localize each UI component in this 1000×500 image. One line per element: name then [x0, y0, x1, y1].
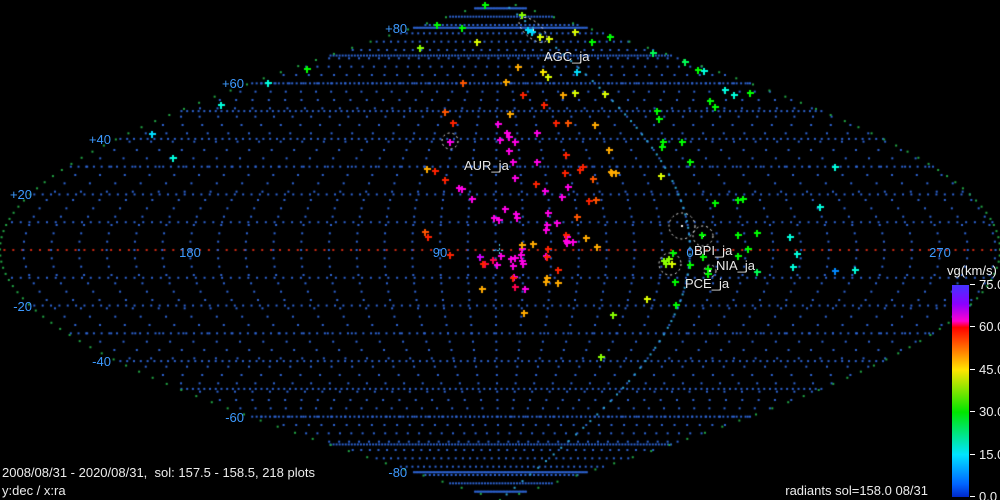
sky-map-canvas[interactable]	[0, 0, 1000, 500]
colorbar-tick-dash	[970, 411, 975, 413]
colorbar-tick: 45.0	[970, 362, 1000, 377]
colorbar-tick-dash	[970, 326, 975, 328]
colorbar-title: vg(km/s)	[947, 263, 997, 278]
colorbar-tick: 15.0	[970, 447, 1000, 462]
colorbar-tick-dash	[970, 496, 975, 497]
footer-period: 2008/08/31 - 2020/08/31, sol: 157.5 - 15…	[2, 465, 315, 480]
footer-axes-label: y:dec / x:ra	[2, 483, 66, 498]
colorbar-tick-label: 30.0	[979, 404, 1000, 420]
colorbar-tick-dash	[970, 284, 975, 285]
colorbar-tick-label: 75.0	[979, 277, 1000, 292]
colorbar-tick-label: 60.0	[979, 319, 1000, 335]
colorbar-tick: 30.0	[970, 404, 1000, 419]
colorbar-tick-label: 0.0	[979, 489, 998, 500]
colorbar-tick: 75.0	[970, 277, 1000, 292]
colorbar-tick: 60.0	[970, 319, 1000, 334]
radiant-map-window: +80 +60 +40 +20 -20 -40 -60 -80 180 90 0 270 AGC_ja A…	[0, 0, 1000, 500]
colorbar-tick-label: 45.0	[979, 361, 1000, 377]
colorbar-tick-label: 15.0	[979, 446, 1000, 462]
colorbar-tick-dash	[970, 368, 975, 370]
footer-status: radiants sol=158.0 08/31	[785, 483, 928, 498]
colorbar-tick: 0.0	[970, 489, 997, 500]
colorbar-tick-dash	[970, 453, 975, 455]
colorbar-gradient	[952, 285, 969, 497]
